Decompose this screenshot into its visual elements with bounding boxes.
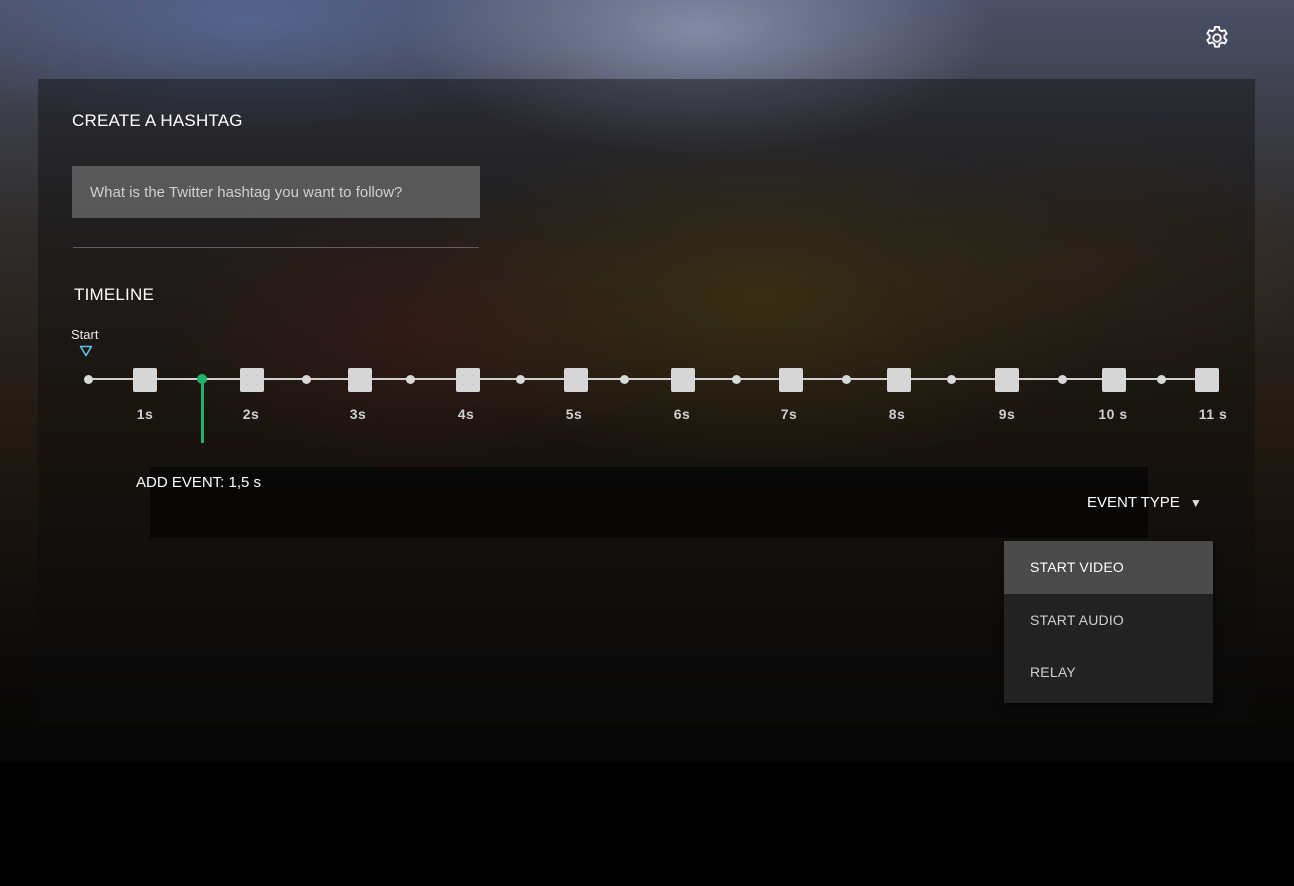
dropdown-caret-icon: ▼ [1189, 495, 1202, 510]
hashtag-section-title: CREATE A HASHTAG [72, 111, 243, 130]
timeline-start-label: Start [71, 327, 99, 342]
event-type-dropdown[interactable]: EVENT TYPE ▼ [1087, 494, 1202, 511]
timeline-half-second-dot[interactable] [946, 374, 956, 384]
gear-icon [1206, 25, 1228, 48]
menu-item-relay[interactable]: RELAY [1004, 646, 1213, 699]
timeline-half-second-dot[interactable] [841, 374, 851, 384]
timeline-second-marker[interactable] [348, 368, 372, 392]
timeline-tick-label: 5s [565, 406, 583, 422]
timeline-tick-label: 3s [349, 406, 367, 422]
add-event-panel [150, 467, 1148, 538]
timeline-second-marker[interactable] [887, 368, 911, 392]
timeline-tick-label: 10 s [1098, 406, 1128, 422]
settings-button[interactable] [1201, 22, 1233, 54]
timeline-section-title: TIMELINE [74, 285, 155, 304]
timeline-tick-label: 2s [242, 406, 260, 422]
timeline-tick-label: 4s [457, 406, 475, 422]
timeline-tick-label: 8s [888, 406, 906, 422]
timeline-half-second-dot[interactable] [619, 374, 629, 384]
menu-item-start-audio[interactable]: START AUDIO [1004, 594, 1213, 647]
timeline-second-marker[interactable] [779, 368, 803, 392]
timeline-second-marker[interactable] [456, 368, 480, 392]
event-type-menu: START VIDEO START AUDIO RELAY [1004, 541, 1213, 703]
start-marker-icon[interactable] [79, 345, 93, 357]
timeline-second-marker[interactable] [564, 368, 588, 392]
timeline-tick-label: 1s [136, 406, 154, 422]
timeline-playhead[interactable] [201, 380, 204, 443]
timeline-half-second-dot[interactable] [1156, 374, 1166, 384]
timeline-second-marker[interactable] [1102, 368, 1126, 392]
timeline-second-marker[interactable] [133, 368, 157, 392]
add-event-label: ADD EVENT: 1,5 s [136, 474, 262, 491]
timeline-half-second-dot[interactable] [1057, 374, 1067, 384]
timeline-half-second-dot[interactable] [301, 374, 311, 384]
hashtag-input[interactable] [72, 166, 480, 218]
timeline-half-second-dot[interactable] [405, 374, 415, 384]
timeline-half-second-dot[interactable] [515, 374, 525, 384]
timeline-half-second-dot[interactable] [731, 374, 741, 384]
timeline-tick-label: 11 s [1198, 406, 1228, 422]
timeline-second-marker[interactable] [1195, 368, 1219, 392]
timeline-second-marker[interactable] [995, 368, 1019, 392]
timeline-tick-label: 9s [998, 406, 1016, 422]
timeline-second-marker[interactable] [671, 368, 695, 392]
timeline-tick-label: 6s [673, 406, 691, 422]
section-divider [73, 247, 479, 248]
timeline-tick-label: 7s [780, 406, 798, 422]
timeline-second-marker[interactable] [240, 368, 264, 392]
timeline-half-second-dot[interactable] [83, 374, 93, 384]
menu-item-start-video[interactable]: START VIDEO [1004, 541, 1213, 594]
event-type-label: EVENT TYPE [1087, 494, 1180, 511]
